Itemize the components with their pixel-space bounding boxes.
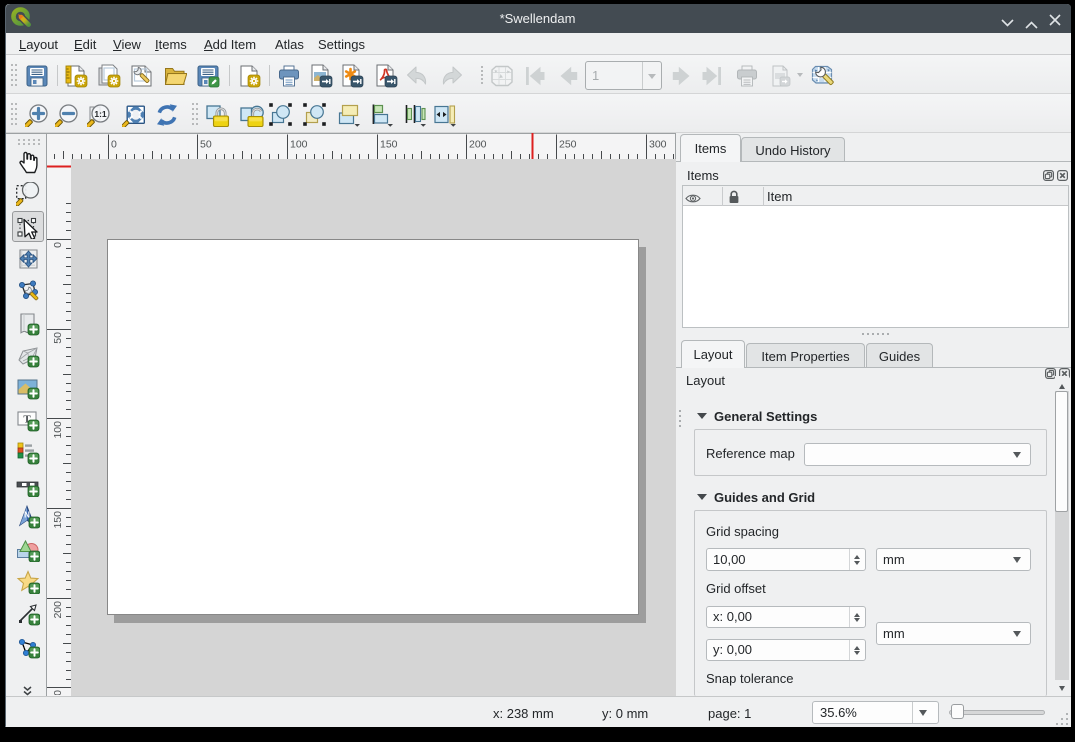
svg-text:1:1: 1:1: [94, 109, 107, 119]
svg-text:0: 0: [111, 139, 117, 151]
svg-text:200: 200: [469, 139, 487, 151]
svg-text:50: 50: [52, 332, 64, 344]
svg-text:250: 250: [52, 690, 64, 695]
svg-text:150: 150: [380, 139, 398, 151]
svg-text:100: 100: [290, 139, 308, 151]
svg-text:200: 200: [52, 601, 64, 619]
svg-text:0: 0: [52, 242, 64, 248]
svg-text:150: 150: [52, 511, 64, 529]
svg-text:50: 50: [200, 139, 212, 151]
svg-text:300: 300: [649, 139, 667, 151]
svg-text:100: 100: [52, 421, 64, 439]
svg-text:250: 250: [559, 139, 577, 151]
